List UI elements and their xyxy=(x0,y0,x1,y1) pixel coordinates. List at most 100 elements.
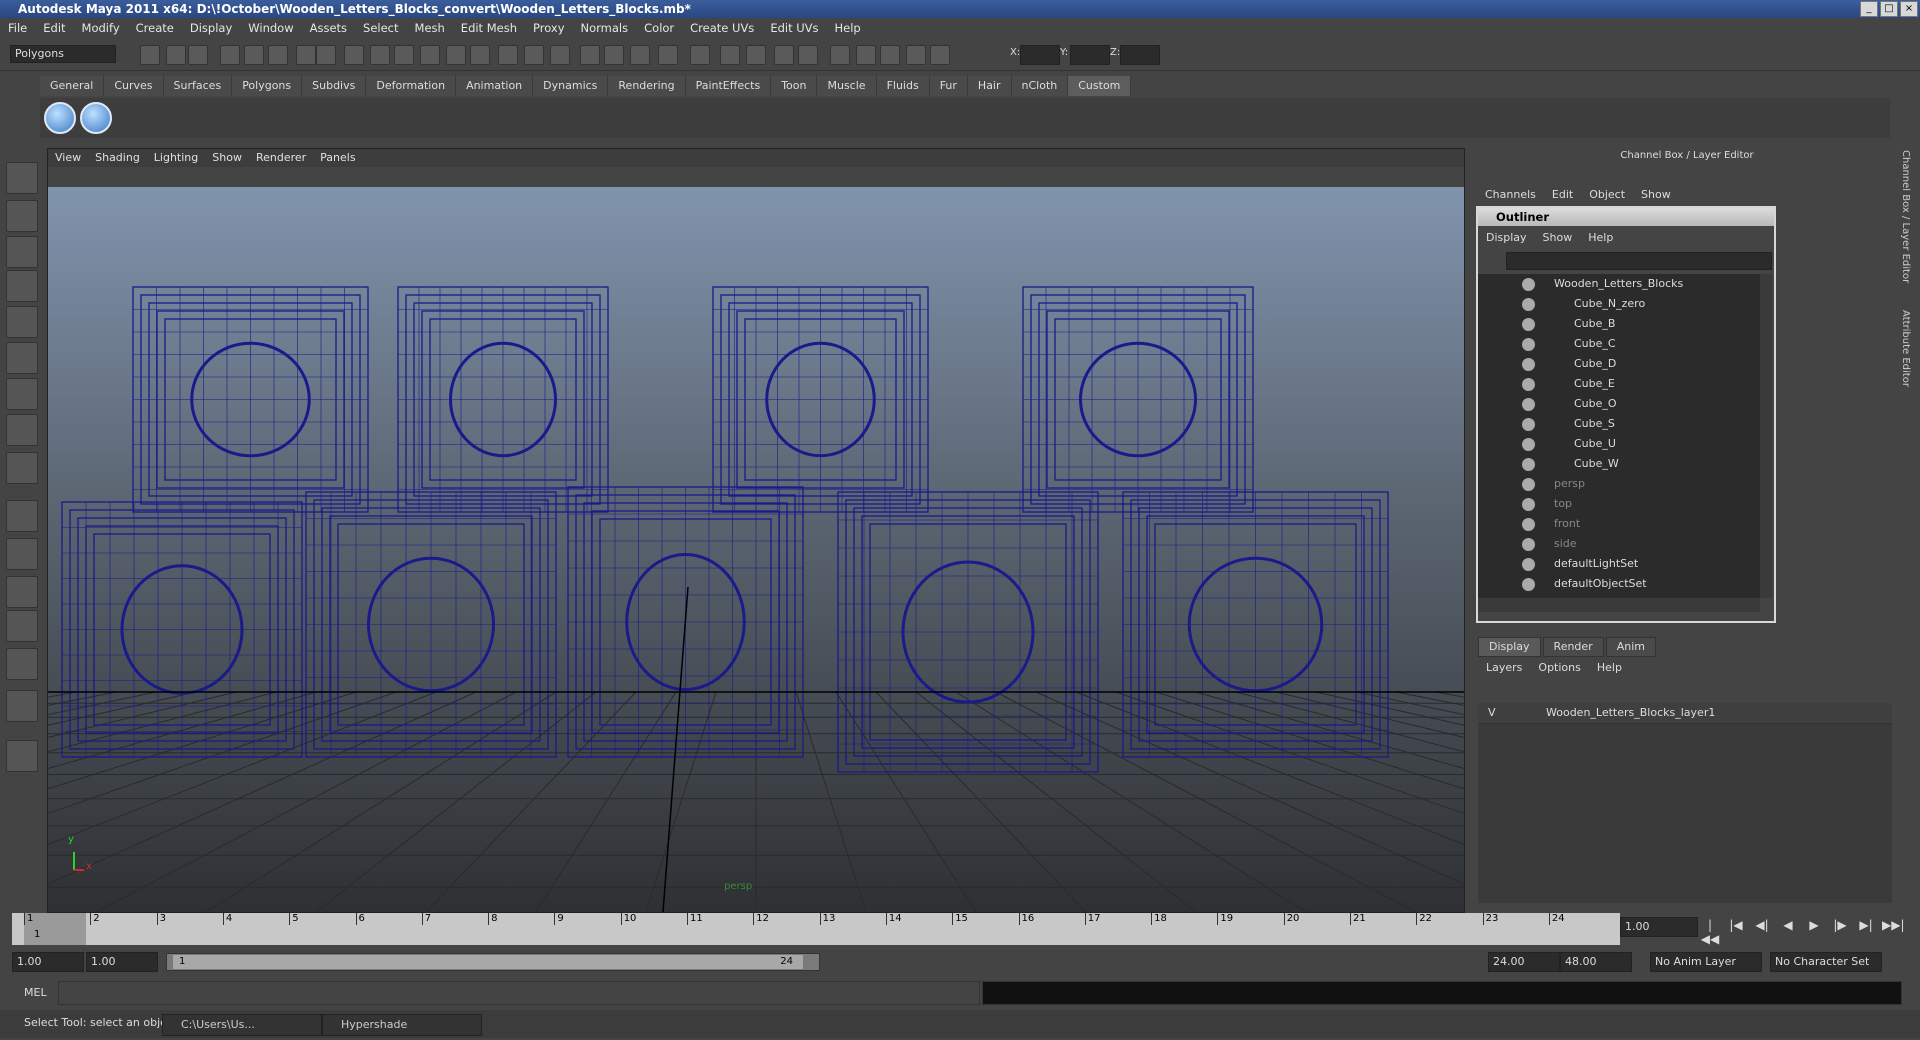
status-tool-icon[interactable] xyxy=(498,45,518,65)
menu-select[interactable]: Select xyxy=(355,21,406,35)
shelf-tab-rendering[interactable]: Rendering xyxy=(608,76,686,96)
outliner-item[interactable]: defaultLightSet xyxy=(1478,554,1760,574)
shelf-tab-ncloth[interactable]: nCloth xyxy=(1011,76,1069,96)
step-forward-key-icon[interactable]: ▶| xyxy=(1856,918,1876,946)
close-icon[interactable]: × xyxy=(1900,1,1918,17)
tool-icon[interactable] xyxy=(6,270,38,302)
menu-normals[interactable]: Normals xyxy=(573,21,637,35)
tool-icon[interactable] xyxy=(6,342,38,374)
current-frame-field[interactable]: 1.00 xyxy=(1620,917,1698,937)
taskbar-item-explorer[interactable]: C:\Users\Us... xyxy=(162,1014,322,1036)
minimize-icon[interactable]: _ xyxy=(1860,1,1878,17)
layer-tab-render[interactable]: Render xyxy=(1542,637,1604,657)
status-tool-icon[interactable] xyxy=(166,45,186,65)
shelf-tab-fluids[interactable]: Fluids xyxy=(876,76,930,96)
outliner-item[interactable]: defaultObjectSet xyxy=(1478,574,1760,594)
outliner-item[interactable]: Wooden_Letters_Blocks xyxy=(1478,274,1760,294)
tool-icon[interactable] xyxy=(6,500,38,532)
outliner-item[interactable]: side xyxy=(1478,534,1760,554)
menu-edit-mesh[interactable]: Edit Mesh xyxy=(453,21,525,35)
status-tool-icon[interactable] xyxy=(296,45,316,65)
status-tool-icon[interactable] xyxy=(446,45,466,65)
viewport-menu-shading[interactable]: Shading xyxy=(88,149,147,167)
outliner-item[interactable]: Cube_S xyxy=(1478,414,1760,434)
anim-layer-select[interactable]: No Anim Layer xyxy=(1650,952,1762,972)
status-tool-icon[interactable] xyxy=(798,45,818,65)
tool-icon[interactable] xyxy=(6,306,38,338)
status-tool-icon[interactable] xyxy=(720,45,740,65)
menu-file[interactable]: File xyxy=(0,21,35,35)
status-tool-icon[interactable] xyxy=(604,45,624,65)
status-tool-icon[interactable] xyxy=(658,45,678,65)
y-field[interactable] xyxy=(1070,45,1110,65)
taskbar-item-hypershade[interactable]: Hypershade xyxy=(322,1014,482,1036)
outliner-window[interactable]: Outliner Display Show Help Wooden_Letters_… xyxy=(1476,206,1776,623)
x-field[interactable] xyxy=(1020,45,1060,65)
layer-menu-help[interactable]: Help xyxy=(1589,659,1630,677)
menu-display[interactable]: Display xyxy=(182,21,240,35)
viewport-menu-renderer[interactable]: Renderer xyxy=(249,149,313,167)
outliner-menu-display[interactable]: Display xyxy=(1478,228,1535,248)
tool-icon[interactable] xyxy=(6,200,38,232)
start-time-field[interactable]: 1.00 xyxy=(12,952,84,972)
menu-proxy[interactable]: Proxy xyxy=(525,21,573,35)
layer-tab-anim[interactable]: Anim xyxy=(1605,637,1656,657)
status-tool-icon[interactable] xyxy=(370,45,390,65)
status-tool-icon[interactable] xyxy=(580,45,600,65)
status-tool-icon[interactable] xyxy=(470,45,490,65)
menu-window[interactable]: Window xyxy=(240,21,301,35)
outliner-item[interactable]: Cube_O xyxy=(1478,394,1760,414)
tool-icon[interactable] xyxy=(6,740,38,772)
status-tool-icon[interactable] xyxy=(344,45,364,65)
status-tool-icon[interactable] xyxy=(220,45,240,65)
channel-menu-edit[interactable]: Edit xyxy=(1544,188,1581,201)
channel-menu-channels[interactable]: Channels xyxy=(1477,188,1544,201)
mel-input[interactable] xyxy=(58,981,980,1005)
shelf-tab-curves[interactable]: Curves xyxy=(104,76,164,96)
status-tool-icon[interactable] xyxy=(524,45,544,65)
layer-visibility[interactable]: V xyxy=(1488,703,1496,723)
channel-menu-object[interactable]: Object xyxy=(1581,188,1633,201)
menu-modify[interactable]: Modify xyxy=(74,21,128,35)
tool-icon[interactable] xyxy=(6,378,38,410)
viewport-scene[interactable]: y x persp xyxy=(48,187,1464,912)
tool-icon[interactable] xyxy=(6,576,38,608)
shelf-tab-muscle[interactable]: Muscle xyxy=(817,76,877,96)
layer-row[interactable]: V Wooden_Letters_Blocks_layer1 xyxy=(1478,703,1892,724)
menu-edit[interactable]: Edit xyxy=(35,21,73,35)
status-tool-icon[interactable] xyxy=(188,45,208,65)
tool-icon[interactable] xyxy=(6,690,38,722)
step-back-icon[interactable]: ◀| xyxy=(1752,918,1772,946)
side-tab-attribute[interactable]: Attribute Editor xyxy=(1900,310,1911,387)
end-time-field[interactable]: 48.00 xyxy=(1560,952,1632,972)
mode-selector[interactable]: Polygons xyxy=(10,45,116,63)
status-tool-icon[interactable] xyxy=(746,45,766,65)
shelf-tab-animation[interactable]: Animation xyxy=(456,76,534,96)
menu-edit-uvs[interactable]: Edit UVs xyxy=(762,21,826,35)
shelf-tab-subdivs[interactable]: Subdivs xyxy=(302,76,367,96)
viewport-menu-lighting[interactable]: Lighting xyxy=(147,149,205,167)
play-backward-icon[interactable]: ◀ xyxy=(1778,918,1798,946)
menu-color[interactable]: Color xyxy=(636,21,682,35)
status-tool-icon[interactable] xyxy=(550,45,570,65)
status-tool-icon[interactable] xyxy=(268,45,288,65)
menu-assets[interactable]: Assets xyxy=(302,21,355,35)
outliner-item[interactable]: top xyxy=(1478,494,1760,514)
outliner-item[interactable]: Cube_W xyxy=(1478,454,1760,474)
outliner-item[interactable]: persp xyxy=(1478,474,1760,494)
status-tool-icon[interactable] xyxy=(244,45,264,65)
shelf-tab-custom[interactable]: Custom xyxy=(1068,76,1132,96)
outliner-item[interactable]: Cube_D xyxy=(1478,354,1760,374)
tool-icon[interactable] xyxy=(6,648,38,680)
play-forward-icon[interactable]: ▶ xyxy=(1804,918,1824,946)
range-slider-handle[interactable]: 1 24 xyxy=(173,955,803,969)
viewport-menu-show[interactable]: Show xyxy=(205,149,249,167)
outliner-item[interactable]: Cube_C xyxy=(1478,334,1760,354)
layer-menu-layers[interactable]: Layers xyxy=(1478,659,1530,677)
z-field[interactable] xyxy=(1120,45,1160,65)
time-slider[interactable]: 1 1 2 3 4 5 6 7 8 9 10 11 12 13 14 15 16 17 18 19 20 21 22 23 2… xyxy=(12,913,1620,945)
status-tool-icon[interactable] xyxy=(394,45,414,65)
status-tool-icon[interactable] xyxy=(420,45,440,65)
menu-create[interactable]: Create xyxy=(128,21,182,35)
shelf-tab-general[interactable]: General xyxy=(40,76,105,96)
